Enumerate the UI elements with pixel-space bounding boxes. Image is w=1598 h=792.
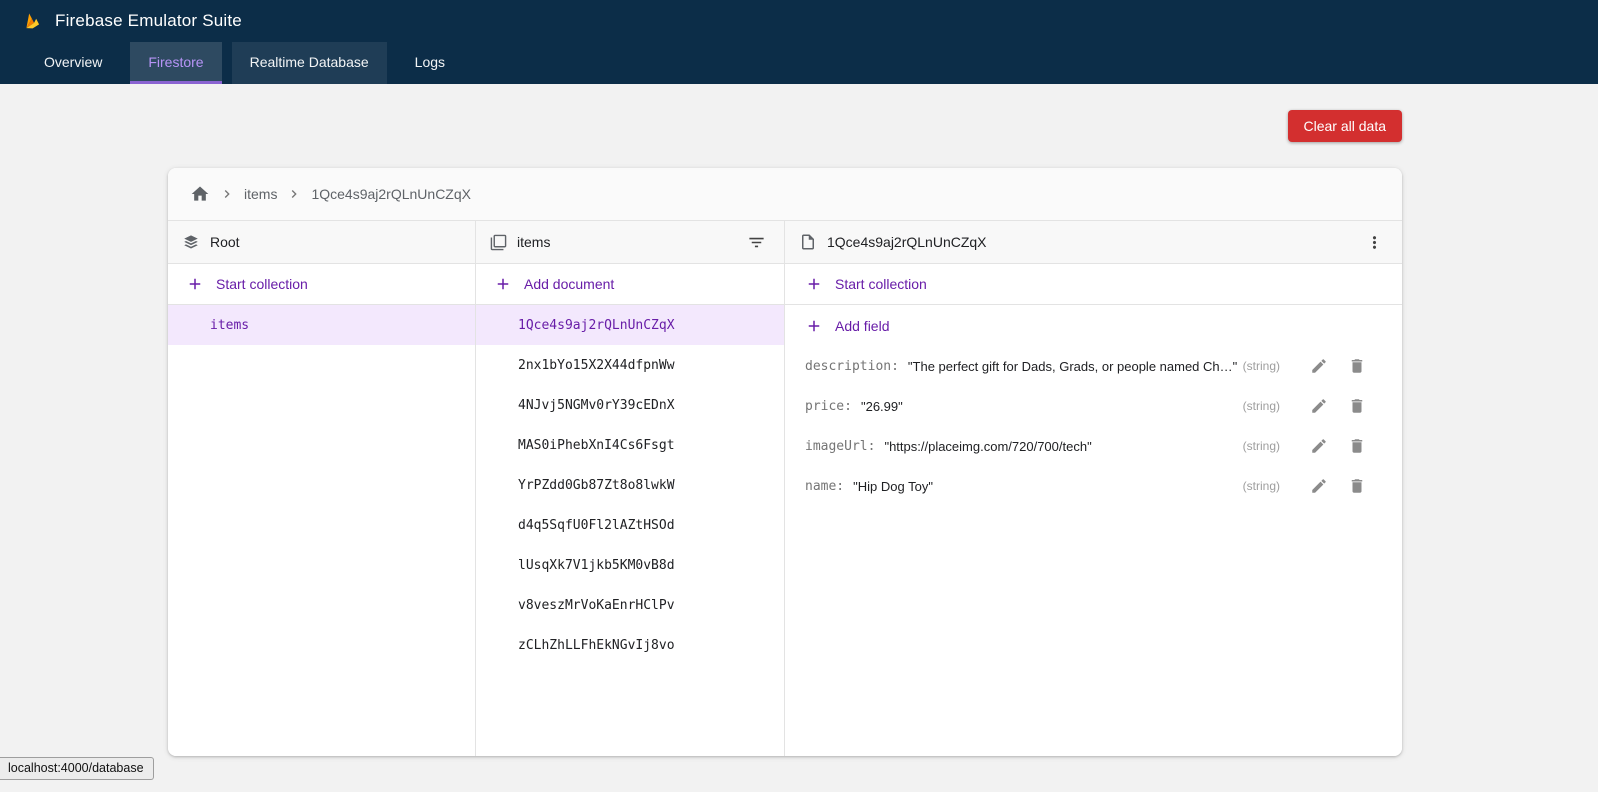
field-name: description: [805, 359, 899, 374]
field-value: "The perfect gift for Dads, Grads, or pe… [908, 359, 1237, 374]
pencil-icon [1310, 437, 1328, 455]
plus-icon [494, 275, 512, 293]
trash-icon [1348, 397, 1366, 415]
trash-icon [1348, 357, 1366, 375]
plus-icon [805, 317, 823, 335]
main-nav: Overview Firestore Realtime Database Log… [0, 42, 1598, 84]
document-icon [799, 233, 817, 251]
field-row: description: "The perfect gift for Dads,… [785, 346, 1402, 386]
document-panel: 1Qce4s9aj2rQLnUnCZqX [785, 221, 1402, 756]
document-list-item[interactable]: 1Qce4s9aj2rQLnUnCZqX [476, 305, 784, 345]
root-panel-title: Root [210, 234, 240, 250]
document-list-item[interactable]: MAS0iPhebXnI4Cs6Fsgt [476, 425, 784, 465]
add-document-label: Add document [524, 276, 614, 292]
root-panel: Root Start collection items [168, 221, 476, 756]
add-document-button[interactable]: Add document [476, 264, 784, 305]
field-value: "Hip Dog Toy" [853, 479, 933, 494]
collection-panel-header: items [476, 221, 784, 264]
trash-icon [1348, 437, 1366, 455]
add-field-label: Add field [835, 318, 889, 334]
document-menu-button[interactable] [1361, 229, 1388, 256]
breadcrumb-document[interactable]: 1Qce4s9aj2rQLnUnCZqX [311, 186, 471, 202]
document-list-item[interactable]: 2nx1bYo15X2X44dfpnWw [476, 345, 784, 385]
field-name: price: [805, 399, 852, 414]
trash-icon [1348, 477, 1366, 495]
firestore-root-icon [182, 233, 200, 251]
field-value: "26.99" [861, 399, 903, 414]
field-row: price: "26.99" (string) [785, 386, 1402, 426]
collection-panel-title: items [517, 234, 550, 250]
toolbar: Clear all data [168, 84, 1402, 168]
breadcrumb-collection[interactable]: items [244, 186, 277, 202]
document-list-item[interactable]: YrPZdd0Gb87Zt8o8lwkW [476, 465, 784, 505]
delete-field-button[interactable] [1344, 473, 1370, 499]
edit-field-button[interactable] [1306, 433, 1332, 459]
plus-icon [186, 275, 204, 293]
brand-row: Firebase Emulator Suite [0, 0, 1598, 42]
root-panel-header: Root [168, 221, 475, 264]
collection-list-item[interactable]: items [168, 305, 475, 345]
collection-icon [490, 234, 507, 251]
field-type: (string) [1243, 399, 1294, 413]
document-list-item[interactable]: v8veszMrVoKaEnrHClPv [476, 585, 784, 625]
start-collection-button[interactable]: Start collection [168, 264, 475, 305]
breadcrumb: items 1Qce4s9aj2rQLnUnCZqX [168, 168, 1402, 221]
edit-field-button[interactable] [1306, 473, 1332, 499]
page-content: Clear all data items 1Qce4s9aj2rQLnUnCZq… [0, 84, 1598, 756]
add-field-button[interactable]: Add field [785, 305, 1402, 346]
start-collection-label: Start collection [216, 276, 308, 292]
home-icon[interactable] [190, 184, 210, 204]
pencil-icon [1310, 397, 1328, 415]
tab-realtime-database[interactable]: Realtime Database [232, 42, 387, 84]
document-list-item[interactable]: d4q5SqfU0Fl2lAZtHSOd [476, 505, 784, 545]
start-collection-label: Start collection [835, 276, 927, 292]
field-type: (string) [1243, 479, 1294, 493]
firestore-card: items 1Qce4s9aj2rQLnUnCZqX [168, 168, 1402, 756]
field-type: (string) [1243, 439, 1294, 453]
document-panel-title: 1Qce4s9aj2rQLnUnCZqX [827, 234, 987, 250]
edit-field-button[interactable] [1306, 393, 1332, 419]
start-collection-button[interactable]: Start collection [785, 264, 1402, 305]
field-row: imageUrl: "https://placeimg.com/720/700/… [785, 426, 1402, 466]
document-panel-header: 1Qce4s9aj2rQLnUnCZqX [785, 221, 1402, 264]
edit-field-button[interactable] [1306, 353, 1332, 379]
filter-icon [747, 233, 766, 252]
delete-field-button[interactable] [1344, 433, 1370, 459]
tab-firestore[interactable]: Firestore [130, 42, 221, 84]
field-name: imageUrl: [805, 439, 875, 454]
clear-all-data-button[interactable]: Clear all data [1288, 110, 1403, 142]
chevron-right-icon [219, 186, 235, 202]
plus-icon [805, 275, 823, 293]
pencil-icon [1310, 477, 1328, 495]
field-row: name: "Hip Dog Toy" (string) [785, 466, 1402, 506]
delete-field-button[interactable] [1344, 393, 1370, 419]
firebase-logo-icon [22, 11, 43, 32]
document-list-item[interactable]: lUsqXk7V1jkb5KM0vB8d [476, 545, 784, 585]
tab-logs[interactable]: Logs [397, 42, 463, 84]
field-value: "https://placeimg.com/720/700/tech" [884, 439, 1091, 454]
chevron-right-icon [286, 186, 302, 202]
app-title: Firebase Emulator Suite [55, 11, 242, 31]
field-type: (string) [1243, 359, 1294, 373]
firestore-panels: Root Start collection items [168, 221, 1402, 756]
document-list-item[interactable]: zCLhZhLLFhEkNGvIj8vo [476, 625, 784, 665]
delete-field-button[interactable] [1344, 353, 1370, 379]
status-bar: localhost:4000/database [0, 757, 154, 780]
pencil-icon [1310, 357, 1328, 375]
tab-overview[interactable]: Overview [26, 42, 120, 84]
kebab-menu-icon [1365, 233, 1384, 252]
field-name: name: [805, 479, 844, 494]
filter-documents-button[interactable] [743, 229, 770, 256]
collection-panel: items [476, 221, 785, 756]
document-list-item[interactable]: 4NJvj5NGMv0rY39cEDnX [476, 385, 784, 425]
app-header: Firebase Emulator Suite Overview Firesto… [0, 0, 1598, 84]
